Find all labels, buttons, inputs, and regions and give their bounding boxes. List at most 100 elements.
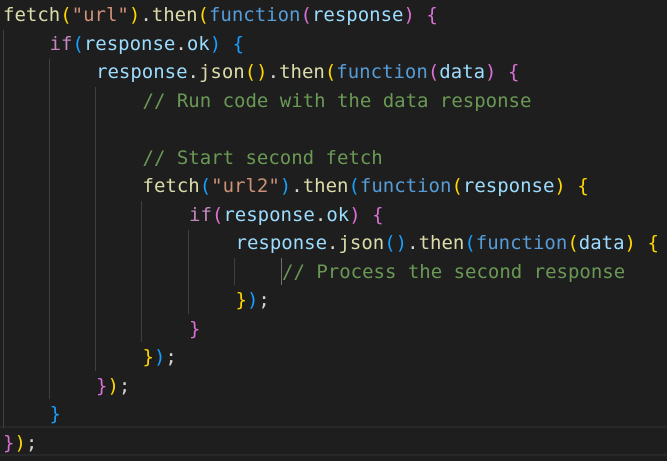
code-token: (: [464, 232, 476, 254]
indent-guide: [49, 59, 50, 399]
code-token: }: [189, 317, 201, 340]
code-token: .: [314, 203, 327, 226]
code-token: ): [485, 61, 497, 83]
code-token: ): [279, 175, 292, 197]
code-token: response: [83, 32, 176, 55]
code-line[interactable]: fetch("url2").then(function(response) {: [143, 172, 589, 200]
code-token: then: [279, 61, 325, 83]
code-line[interactable]: });: [3, 429, 37, 457]
code-token: (: [211, 203, 224, 226]
code-token: fetch: [142, 175, 200, 197]
current-line-highlight: [0, 426, 667, 456]
code-line[interactable]: if(response.ok) {: [189, 201, 384, 229]
code-token: function: [336, 61, 428, 83]
code-token: ): [246, 289, 259, 311]
code-token: {: [426, 4, 438, 26]
code-token: function: [475, 232, 568, 254]
code-token: then: [151, 4, 198, 26]
code-token: (: [348, 175, 360, 197]
code-token: }: [235, 289, 247, 311]
code-token: ): [14, 431, 26, 454]
code-token: {: [507, 61, 520, 83]
code-token: (: [567, 232, 579, 254]
code-token: }: [49, 403, 61, 425]
code-line[interactable]: // Start second fetch: [143, 144, 383, 172]
code-token: .: [291, 175, 303, 197]
code-token: {: [577, 175, 589, 197]
code-line[interactable]: });: [143, 343, 177, 371]
code-editor[interactable]: fetch("url").then(function(response) {if…: [0, 0, 667, 461]
code-line[interactable]: // Run code with the data response: [143, 87, 532, 115]
code-line[interactable]: }: [50, 400, 61, 428]
code-token: }: [142, 346, 154, 368]
code-token: json: [198, 61, 245, 83]
code-token: .: [175, 32, 187, 55]
code-line[interactable]: response.json().then(function(data) {: [236, 229, 659, 257]
code-token: response: [223, 203, 315, 226]
code-token: (: [427, 61, 440, 83]
code-token: (: [197, 4, 209, 26]
indent-guide: [188, 230, 189, 314]
code-token: (: [451, 175, 463, 197]
code-token: ): [624, 232, 636, 254]
code-token: (: [199, 175, 212, 197]
code-line[interactable]: });: [96, 372, 130, 400]
code-token: then: [302, 175, 349, 197]
code-token: function: [208, 4, 301, 26]
code-token: {: [647, 232, 659, 254]
code-token: ): [349, 203, 361, 226]
code-token: data: [439, 61, 486, 83]
code-token: ): [107, 374, 119, 397]
code-token: response: [462, 175, 555, 197]
code-token: (: [324, 61, 337, 83]
code-token: (): [244, 61, 268, 83]
code-token: ok: [326, 203, 350, 226]
code-comment: // Process the second response: [282, 260, 626, 283]
code-token: ): [554, 175, 566, 197]
code-token: (): [384, 232, 408, 254]
code-token: ): [153, 346, 166, 368]
code-token: ): [209, 32, 222, 55]
code-token: response: [96, 61, 188, 83]
code-token: ;: [118, 374, 131, 397]
code-line[interactable]: // Process the second response: [282, 258, 625, 286]
code-token: response: [311, 4, 404, 26]
code-token: .: [140, 4, 152, 26]
code-token: "url2": [211, 175, 280, 197]
code-comment: // Run code with the data response: [142, 89, 532, 112]
code-line[interactable]: if(response.ok) {: [50, 30, 245, 58]
code-token: }: [3, 431, 15, 454]
code-token: (: [72, 32, 84, 55]
code-token: "url": [71, 4, 129, 26]
code-token: ): [128, 4, 141, 26]
code-token: .: [327, 232, 339, 254]
code-token: then: [418, 232, 465, 254]
code-token: response: [235, 232, 328, 254]
code-line[interactable]: }: [189, 315, 200, 343]
code-token: ;: [258, 289, 270, 311]
code-token: .: [187, 61, 199, 83]
code-token: {: [232, 32, 245, 55]
code-token: .: [267, 61, 280, 83]
code-token: data: [578, 232, 625, 254]
code-token: (: [60, 4, 72, 26]
code-token: {: [372, 203, 384, 226]
code-token: if: [189, 203, 212, 226]
code-line[interactable]: fetch("url").then(function(response) {: [3, 1, 438, 29]
code-token: fetch: [3, 4, 61, 26]
code-line[interactable]: });: [236, 286, 270, 314]
code-line[interactable]: response.json().then(function(data) {: [96, 58, 519, 86]
code-token: ): [403, 4, 415, 26]
code-token: }: [96, 374, 108, 397]
code-token: if: [49, 32, 73, 55]
code-token: ;: [165, 346, 177, 368]
code-token: .: [407, 232, 419, 254]
indent-guide: [141, 201, 142, 342]
indent-guide: [3, 30, 4, 428]
indent-guide: [234, 258, 235, 285]
